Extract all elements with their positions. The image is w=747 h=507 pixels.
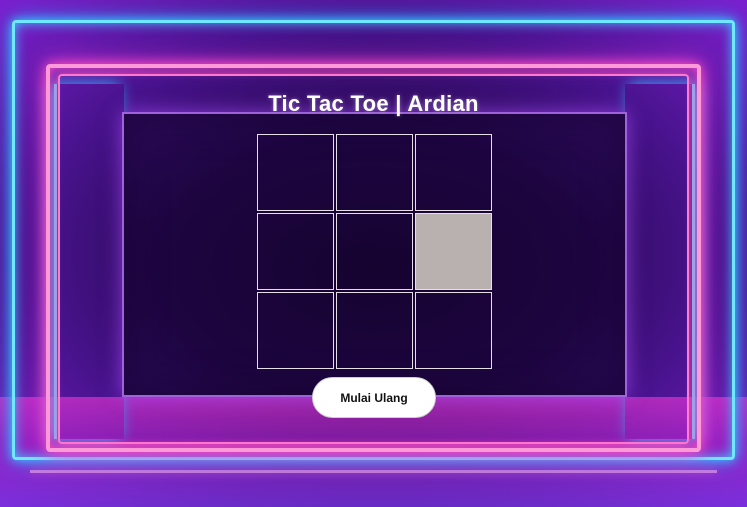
neon-floor-line xyxy=(60,448,687,451)
neon-side-left xyxy=(54,84,124,439)
restart-button[interactable]: Mulai Ulang xyxy=(312,377,436,418)
board-cell-4[interactable] xyxy=(257,213,334,290)
board-cell-6[interactable] xyxy=(415,213,492,290)
game-title: Tic Tac Toe | Ardian xyxy=(268,91,479,116)
board-cell-9[interactable] xyxy=(415,292,492,369)
board-cell-3[interactable] xyxy=(415,134,492,211)
board-cell-5[interactable] xyxy=(336,213,413,290)
tic-tac-toe-board xyxy=(257,134,494,371)
board-cell-7[interactable] xyxy=(257,292,334,369)
neon-side-right xyxy=(625,84,695,439)
board-cell-8[interactable] xyxy=(336,292,413,369)
board-cell-1[interactable] xyxy=(257,134,334,211)
game-background: Tic Tac Toe | Ardian Mulai Ulang xyxy=(0,0,747,507)
neon-floor-line xyxy=(30,470,717,473)
board-cell-2[interactable] xyxy=(336,134,413,211)
